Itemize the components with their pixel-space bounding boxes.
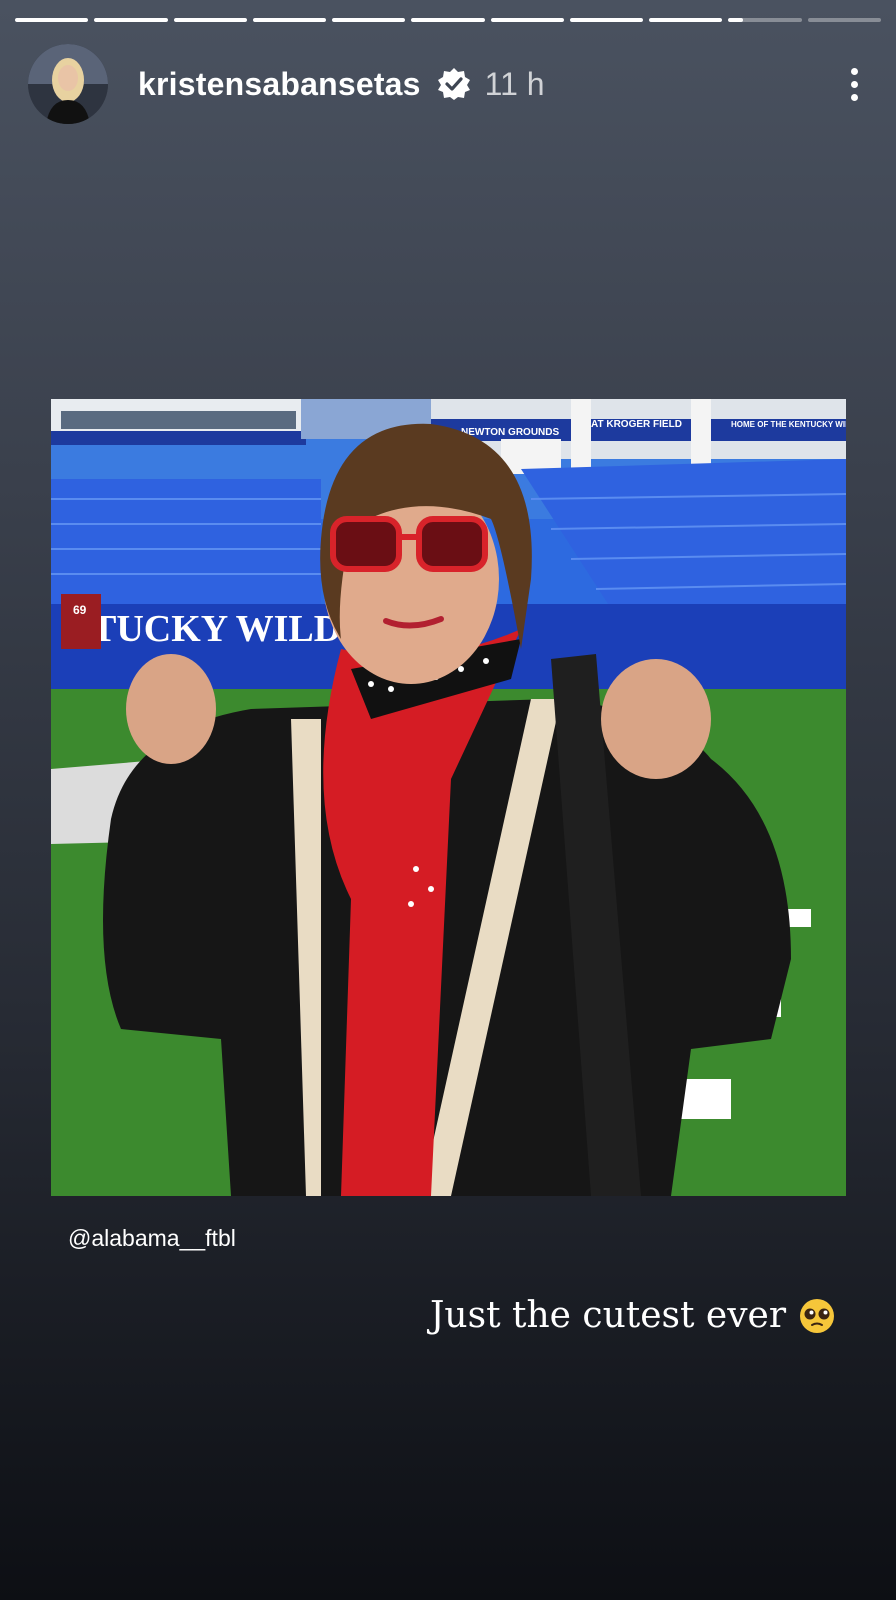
stadium-photo: NEWTON GROUNDS AT KROGER FIELD HOME OF T… — [51, 399, 846, 1196]
progress-segment — [649, 18, 723, 22]
progress-segment — [94, 18, 168, 22]
banner-home-text: HOME OF THE KENTUCKY WILDCATS — [731, 420, 846, 429]
username[interactable]: kristensabansetas — [138, 66, 421, 103]
progress-segment — [728, 18, 802, 22]
story-header: kristensabansetas 11 h — [28, 44, 868, 124]
post-time: 11 h — [484, 65, 545, 102]
story-caption: Just the cutest ever — [430, 1295, 836, 1336]
pleading-face-emoji — [800, 1298, 835, 1333]
progress-segment — [411, 18, 485, 22]
jersey-number-text: 69 — [73, 603, 87, 617]
progress-segment — [173, 18, 247, 22]
caption-text: Just the cutest ever — [430, 1295, 787, 1336]
progress-segment — [569, 18, 644, 22]
more-options-icon[interactable] — [840, 59, 868, 109]
progress-segment — [15, 18, 89, 22]
progress-segment — [807, 18, 881, 22]
verified-badge-icon — [437, 68, 470, 100]
story-photo: NEWTON GROUNDS AT KROGER FIELD HOME OF T… — [51, 399, 846, 1196]
banner-kroger-text: AT KROGER FIELD — [591, 419, 682, 430]
mention-sticker[interactable]: @alabama__ftbl — [68, 1225, 236, 1252]
story-progress-bar — [15, 18, 881, 22]
avatar[interactable] — [28, 44, 108, 124]
banner-newton-text: NEWTON GROUNDS — [461, 427, 559, 438]
avatar-image — [28, 44, 108, 124]
progress-segment — [490, 18, 564, 22]
progress-segment — [252, 18, 327, 22]
progress-segment — [332, 18, 406, 22]
